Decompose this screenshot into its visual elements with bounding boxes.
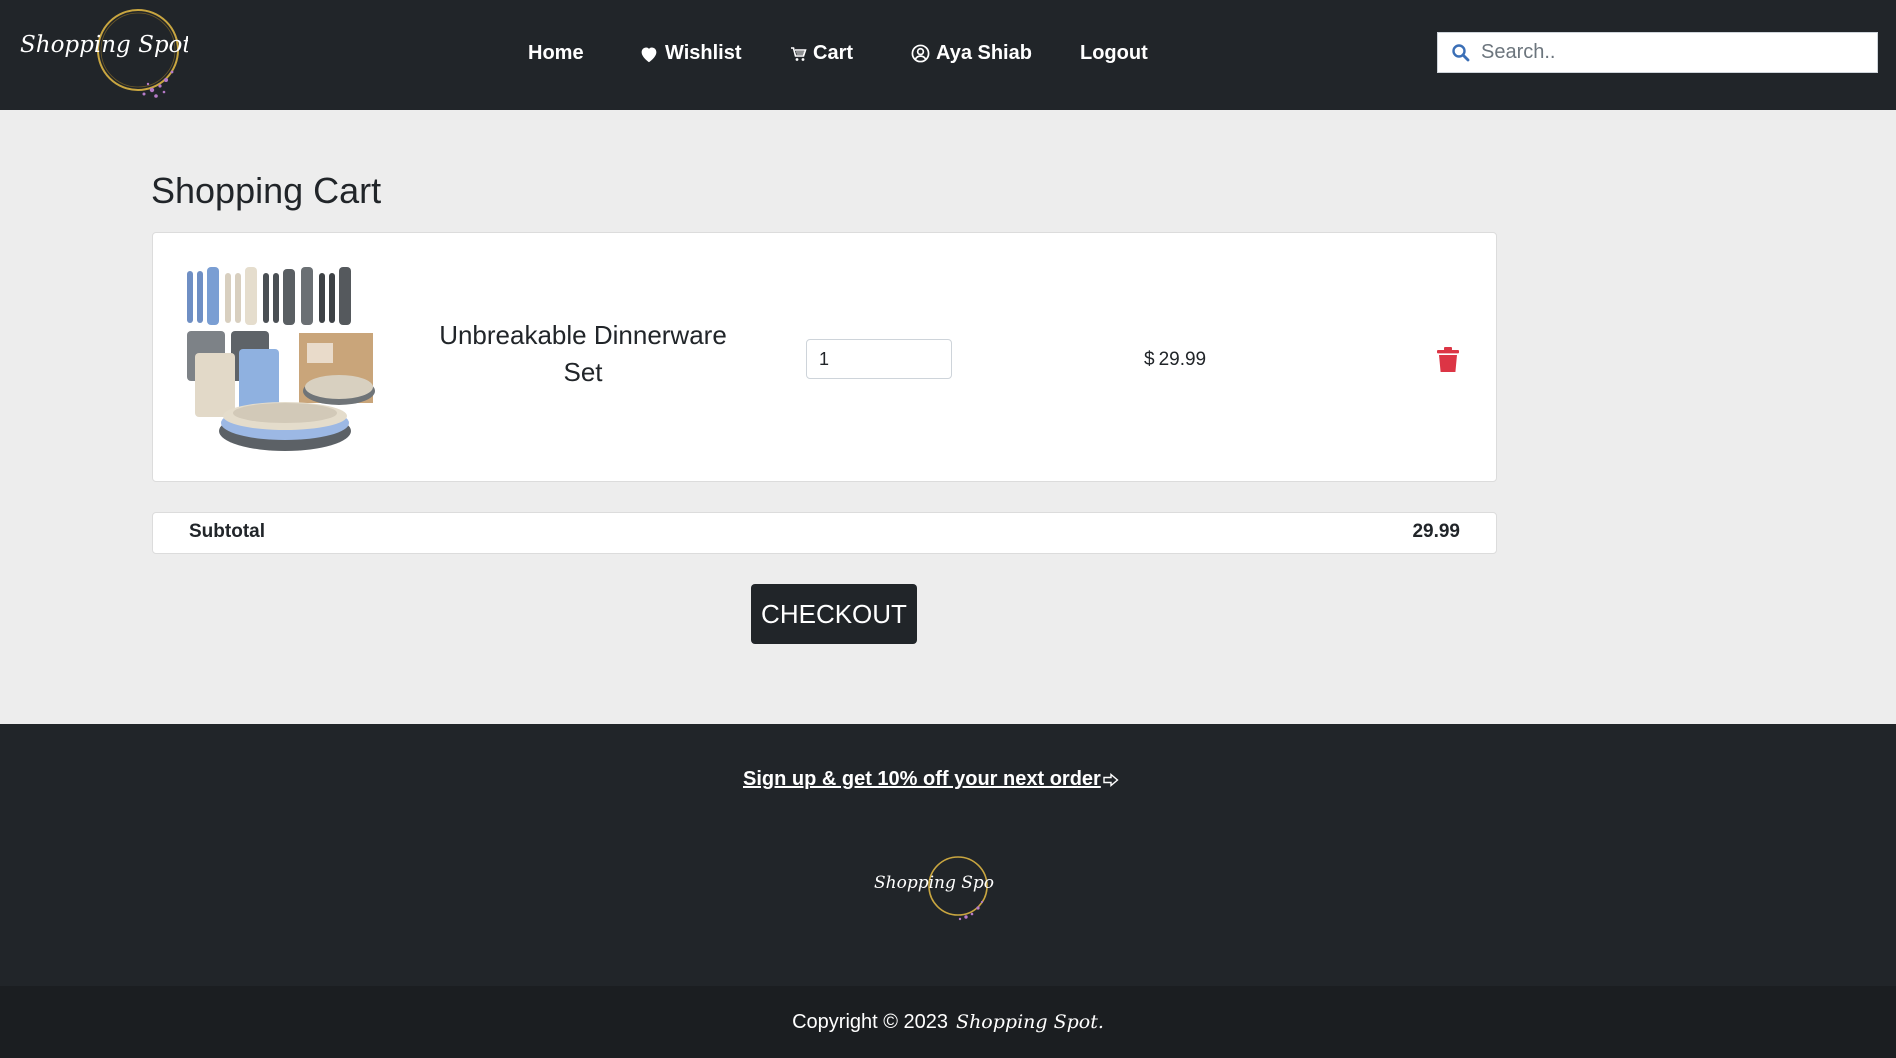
nav-home[interactable]: Home xyxy=(528,42,584,65)
product-name[interactable]: Unbreakable Dinnerware Set xyxy=(423,317,743,391)
arrow-right-icon xyxy=(1103,772,1119,787)
subtotal-label: Subtotal xyxy=(189,521,265,542)
page-title: Shopping Cart xyxy=(151,170,382,211)
footer-logo-text: Shopping Spot xyxy=(874,873,994,893)
checkout-button[interactable]: CHECKOUT xyxy=(751,584,917,644)
search-icon xyxy=(1452,43,1470,61)
currency-symbol: $ xyxy=(1144,349,1155,370)
nav-logout-label: Logout xyxy=(1080,42,1148,64)
nav-home-label: Home xyxy=(528,42,584,64)
cart-icon xyxy=(791,46,807,61)
trash-icon[interactable] xyxy=(1437,347,1459,373)
signup-link[interactable]: Sign up & get 10% off your next order xyxy=(743,768,1119,791)
product-image[interactable] xyxy=(181,261,381,456)
nav-wishlist-label: Wishlist xyxy=(665,42,742,64)
navbar: Shopping Spot Home Wishlist Cart Aya Shi… xyxy=(0,0,1896,110)
copyright-bar: Copyright © 2023 Shopping Spot. xyxy=(0,986,1896,1058)
nav-cart-label: Cart xyxy=(813,42,854,64)
price-value: 29.99 xyxy=(1158,349,1207,370)
signup-link-text: Sign up & get 10% off your next order xyxy=(743,768,1101,790)
copyright-text: Copyright © 2023 xyxy=(792,1010,949,1033)
search-input[interactable] xyxy=(1481,41,1861,64)
brand-logo-text: Shopping Spot xyxy=(20,32,188,58)
footer-logo[interactable]: Shopping Spot xyxy=(872,852,994,924)
nav-cart[interactable]: Cart xyxy=(791,42,853,65)
footer: Sign up & get 10% off your next order Sh… xyxy=(0,724,1896,986)
brand-logo[interactable]: Shopping Spot xyxy=(16,2,188,106)
heart-icon xyxy=(641,46,657,62)
subtotal-row: Subtotal 29.99 xyxy=(152,512,1497,554)
user-circle-icon xyxy=(911,44,930,63)
item-price: $ 29.99 xyxy=(1144,349,1206,371)
nav-logout[interactable]: Logout xyxy=(1080,42,1148,65)
nav-wishlist[interactable]: Wishlist xyxy=(639,42,742,65)
subtotal-value: 29.99 xyxy=(1412,521,1460,542)
quantity-input[interactable] xyxy=(806,339,952,379)
nav-user[interactable]: Aya Shiab xyxy=(911,42,1032,65)
nav-user-label: Aya Shiab xyxy=(936,42,1032,64)
copyright-brand: Shopping Spot. xyxy=(956,1011,1104,1033)
cart-item-card: Unbreakable Dinnerware Set $ 29.99 xyxy=(152,232,1497,482)
search-box xyxy=(1437,32,1878,73)
